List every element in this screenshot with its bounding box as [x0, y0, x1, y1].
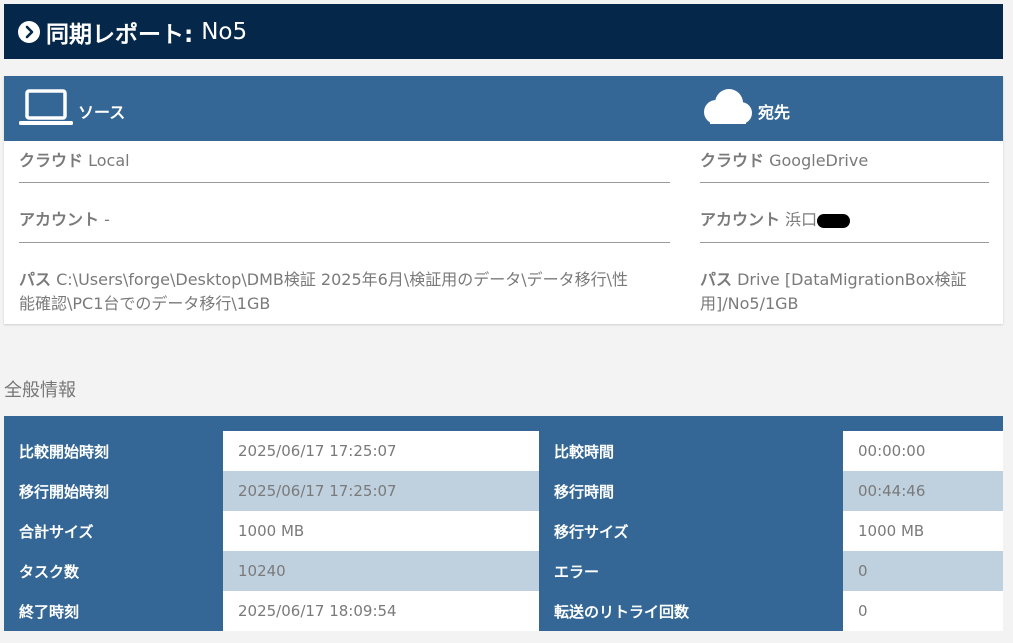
page-title-prefix: 同期レポート:: [46, 21, 194, 48]
table-row: 合計サイズ 1000 MB 移行サイズ 1000 MB: [4, 511, 1003, 551]
source-path-field: パス C:\Users\forge\Desktop\DMB検証 2025年6月\…: [19, 268, 679, 316]
source-destination-card: ソース 宛先 クラウド Local アカウント - パス C:\Users\fo…: [4, 76, 1003, 324]
destination-path-field: パス Drive [DataMigrationBox検証 用]/No5/1GB: [700, 268, 990, 316]
source-cloud-label: クラウド: [19, 151, 84, 170]
cloud-icon: [698, 86, 754, 132]
destination-cloud-label: クラウド: [700, 151, 765, 170]
card-header: ソース 宛先: [4, 76, 1003, 141]
source-account-value: -: [104, 210, 110, 229]
destination-path-line1: Drive [DataMigrationBox検証: [737, 270, 967, 289]
divider: [19, 182, 670, 183]
row-label: 移行時間: [554, 482, 615, 501]
row-value: 00:00:00: [843, 431, 1003, 471]
divider: [700, 242, 989, 243]
destination-account-value: 浜口: [785, 210, 818, 229]
row-value: 2025/06/17 17:25:07: [223, 431, 539, 471]
destination-heading: 宛先: [698, 86, 790, 132]
row-label: 比較開始時刻: [19, 442, 110, 461]
row-value: 1000 MB: [843, 511, 1003, 551]
source-heading: ソース: [18, 88, 125, 132]
destination-account-label: アカウント: [700, 210, 781, 229]
row-label: 転送のリトライ回数: [554, 602, 690, 621]
row-label: 合計サイズ: [19, 522, 94, 541]
row-value: 0: [843, 591, 1003, 631]
destination-cloud-field: クラウド GoogleDrive: [700, 149, 868, 173]
divider: [700, 182, 989, 183]
destination-account-field: アカウント 浜口: [700, 208, 851, 232]
row-label: 移行開始時刻: [19, 482, 110, 501]
page-title-name: No5: [201, 18, 248, 45]
general-info-title: 全般情報: [4, 380, 76, 401]
row-value: 2025/06/17 18:09:54: [223, 591, 539, 631]
general-info-table: 比較開始時刻 2025/06/17 17:25:07 比較時間 00:00:00…: [4, 416, 1003, 631]
source-path-line1: C:\Users\forge\Desktop\DMB検証 2025年6月\検証用…: [56, 270, 629, 289]
row-value: 2025/06/17 17:25:07: [223, 471, 539, 511]
source-account-label: アカウント: [19, 210, 100, 229]
source-path-label: パス: [19, 270, 52, 289]
redaction-mark: [817, 213, 851, 228]
destination-path-label: パス: [700, 270, 733, 289]
destination-heading-label: 宛先: [758, 103, 791, 122]
source-cloud-value: Local: [88, 151, 130, 170]
table-row: 終了時刻 2025/06/17 18:09:54 転送のリトライ回数 0: [4, 591, 1003, 631]
source-heading-label: ソース: [78, 103, 126, 122]
row-label: エラー: [554, 562, 600, 581]
table-row: タスク数 10240 エラー 0: [4, 551, 1003, 591]
row-value: 1000 MB: [223, 511, 539, 551]
destination-path-line2: 用]/No5/1GB: [700, 294, 799, 313]
source-cloud-field: クラウド Local: [19, 149, 130, 173]
divider: [19, 242, 670, 243]
row-value: 00:44:46: [843, 471, 1003, 511]
table-row: 比較開始時刻 2025/06/17 17:25:07 比較時間 00:00:00: [4, 431, 1003, 471]
page-header: 同期レポート: No5: [4, 4, 1003, 59]
row-label: 比較時間: [554, 442, 615, 461]
row-label: タスク数: [19, 562, 80, 581]
source-account-field: アカウント -: [19, 208, 110, 232]
table-row: 移行開始時刻 2025/06/17 17:25:07 移行時間 00:44:46: [4, 471, 1003, 511]
chevron-right-circle-icon: [18, 20, 40, 43]
laptop-icon: [18, 88, 74, 132]
row-value: 0: [843, 551, 1003, 591]
destination-cloud-value: GoogleDrive: [769, 151, 869, 170]
row-label: 移行サイズ: [554, 522, 629, 541]
row-label: 終了時刻: [19, 602, 80, 621]
source-path-line2: 能確認\PC1台でのデータ移行\1GB: [19, 294, 271, 313]
row-value: 10240: [223, 551, 539, 591]
